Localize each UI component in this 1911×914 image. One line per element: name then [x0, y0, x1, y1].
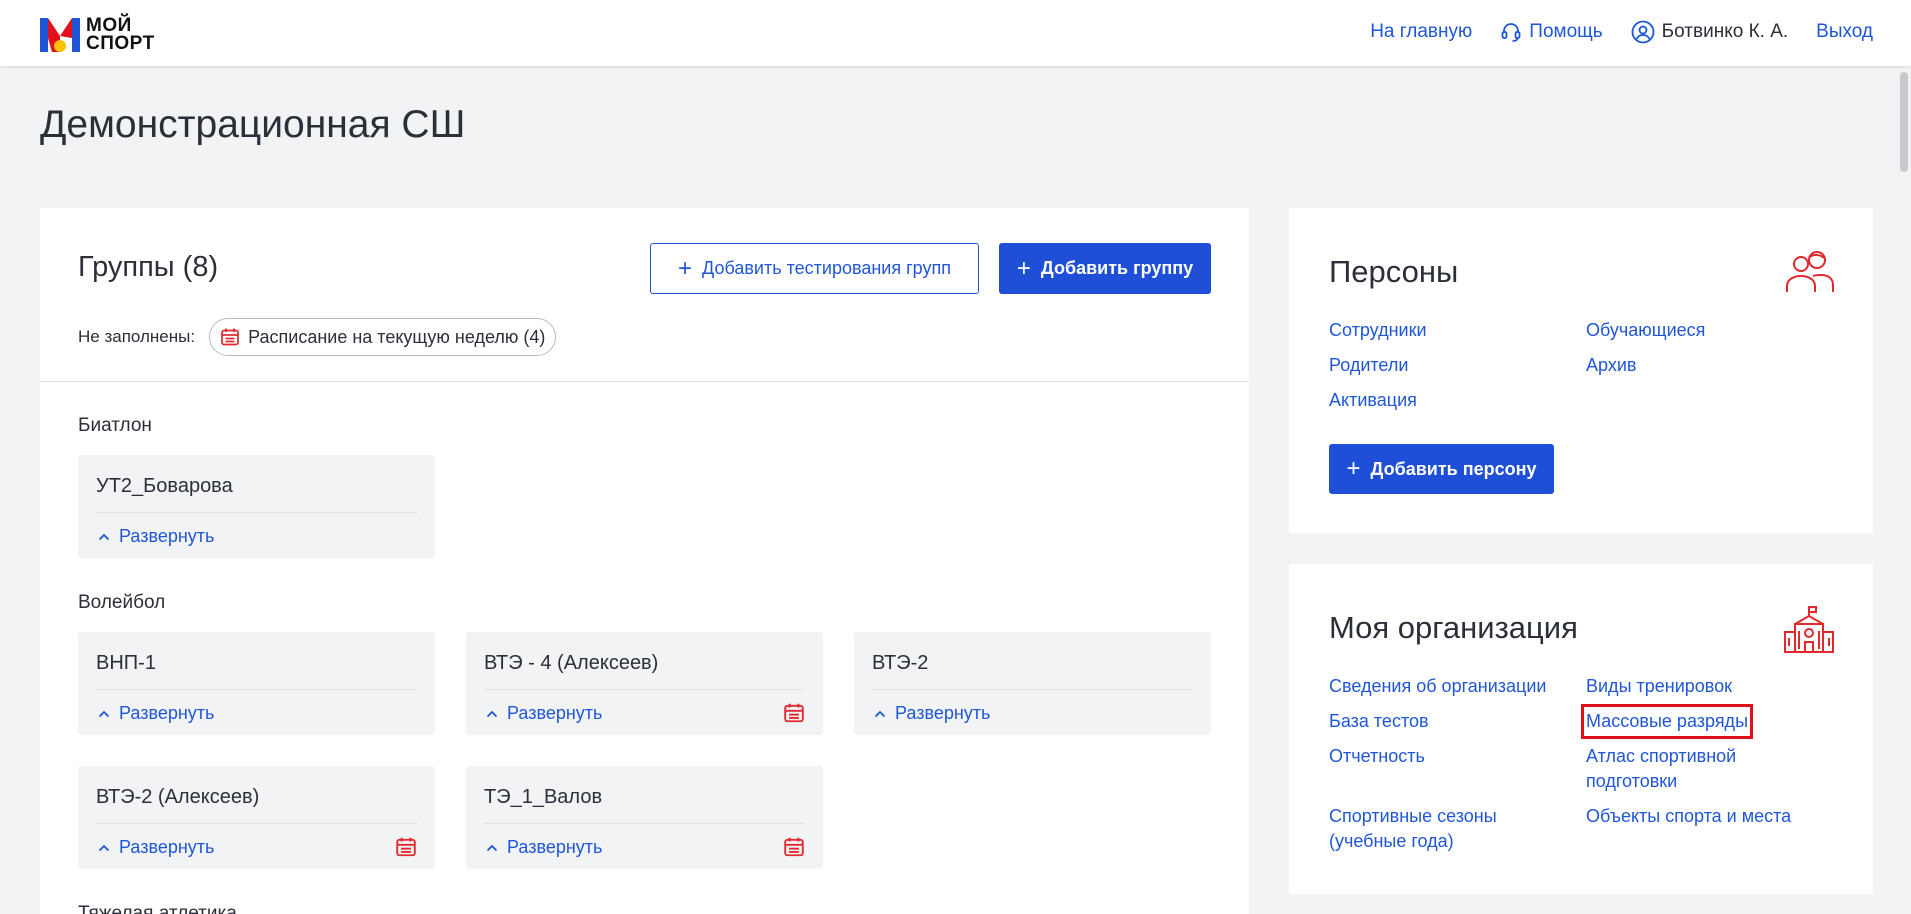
- nav-home-link[interactable]: На главную: [1370, 21, 1472, 43]
- expand-button[interactable]: Развернуть: [486, 703, 602, 724]
- sport-title-volleyball: Волейбол: [78, 592, 166, 613]
- logo-mark-icon: [40, 18, 80, 52]
- building-icon: [1784, 606, 1834, 653]
- link-sports-atlas[interactable]: Атлас спортивной подготовки: [1586, 744, 1786, 794]
- people-icon: [1786, 251, 1834, 292]
- plus-icon: +: [1016, 254, 1031, 282]
- groups-title: Группы (8): [78, 251, 219, 283]
- divider: [484, 823, 805, 824]
- link-tests-base[interactable]: База тестов: [1329, 709, 1429, 734]
- scroll-thumb[interactable]: [1900, 72, 1908, 172]
- group-card[interactable]: ВТЭ-2 (Алексеев) Развернуть: [78, 766, 435, 869]
- link-mass-ranks[interactable]: Массовые разряды: [1581, 704, 1753, 739]
- persons-panel: Персоны Сотрудники Обучающиеся Родители …: [1289, 208, 1873, 533]
- headset-icon: [1501, 23, 1521, 42]
- link-org-info[interactable]: Сведения об организации: [1329, 674, 1546, 699]
- add-group-button[interactable]: + Добавить группу: [999, 243, 1211, 294]
- expand-label: Развернуть: [119, 526, 215, 546]
- plus-icon: +: [1346, 455, 1361, 482]
- user-profile[interactable]: Ботвинко К. А.: [1631, 20, 1788, 44]
- logo-text: МОЙ СПОРТ: [86, 16, 155, 54]
- link-training-types[interactable]: Виды тренировок: [1586, 674, 1732, 699]
- divider: [872, 689, 1193, 690]
- link-staff[interactable]: Сотрудники: [1329, 318, 1427, 343]
- calendar-icon[interactable]: [395, 836, 417, 858]
- persons-title: Персоны: [1329, 254, 1459, 289]
- group-card[interactable]: ВТЭ-2 Развернуть: [854, 632, 1211, 735]
- add-group-tests-button[interactable]: + Добавить тестирования групп: [650, 243, 979, 294]
- groups-panel: Группы (8) + Добавить тестирования групп…: [40, 208, 1249, 914]
- expand-button[interactable]: Развернуть: [98, 837, 214, 858]
- add-group-tests-label: Добавить тестирования групп: [702, 258, 951, 278]
- link-archive[interactable]: Архив: [1586, 353, 1636, 378]
- expand-label: Развернуть: [507, 703, 603, 723]
- expand-label: Развернуть: [895, 703, 991, 723]
- add-person-button[interactable]: + Добавить персону: [1329, 444, 1554, 494]
- nav-help-label: Помощь: [1529, 21, 1603, 42]
- group-card[interactable]: ВНП-1 Развернуть: [78, 632, 435, 735]
- schedule-chip[interactable]: Расписание на текущую неделю (4): [209, 318, 557, 356]
- calendar-icon[interactable]: [783, 836, 805, 858]
- link-sport-facilities[interactable]: Объекты спорта и места: [1586, 804, 1791, 829]
- calendar-icon: [221, 328, 239, 346]
- groups-header: Группы (8) + Добавить тестирования групп…: [40, 208, 1249, 382]
- group-card-name: ВТЭ-2 (Алексеев): [96, 786, 260, 808]
- group-card[interactable]: ВТЭ - 4 (Алексеев) Развернуть: [466, 632, 823, 735]
- chevron-up-icon: [98, 533, 110, 540]
- add-person-label: Добавить персону: [1370, 458, 1537, 479]
- group-card-name: УТ2_Боварова: [96, 475, 233, 497]
- top-header: МОЙ СПОРТ На главную Помощь Ботвинко К. …: [0, 0, 1911, 66]
- calendar-icon[interactable]: [783, 702, 805, 724]
- chevron-up-icon: [98, 844, 110, 851]
- group-card[interactable]: ТЭ_1_Валов Развернуть: [466, 766, 823, 869]
- group-card-name: ВНП-1: [96, 652, 156, 674]
- divider: [96, 512, 417, 513]
- group-card-name: ВТЭ-2: [872, 652, 929, 674]
- nav-logout-label: Выход: [1816, 21, 1873, 42]
- divider: [96, 823, 417, 824]
- expand-label: Развернуть: [119, 837, 215, 857]
- expand-button[interactable]: Развернуть: [98, 703, 214, 724]
- organization-title: Моя организация: [1329, 610, 1578, 645]
- expand-label: Развернуть: [507, 837, 603, 857]
- add-group-label: Добавить группу: [1040, 258, 1194, 278]
- organization-panel: Моя организация Сведения об организации …: [1289, 564, 1873, 894]
- chevron-up-icon: [486, 710, 498, 717]
- chevron-up-icon: [486, 844, 498, 851]
- not-filled-label: Не заполнены:: [78, 327, 196, 346]
- link-activation[interactable]: Активация: [1329, 388, 1417, 413]
- sport-title-weightlifting: Тяжелая атлетика: [78, 903, 237, 914]
- divider: [96, 689, 417, 690]
- expand-button[interactable]: Развернуть: [98, 526, 214, 547]
- link-sport-seasons[interactable]: Спортивные сезоны (учебные года): [1329, 804, 1559, 854]
- page-title: Демонстрационная СШ: [40, 103, 466, 146]
- chevron-up-icon: [98, 710, 110, 717]
- schedule-chip-label: Расписание на текущую неделю (4): [248, 326, 546, 347]
- link-students[interactable]: Обучающиеся: [1586, 318, 1705, 343]
- link-reports[interactable]: Отчетность: [1329, 744, 1425, 769]
- logo-line-2: СПОРТ: [86, 33, 155, 54]
- header-nav: На главную Помощь Ботвинко К. А. Выход: [1342, 20, 1873, 44]
- chevron-up-icon: [874, 710, 886, 717]
- group-card[interactable]: УТ2_Боварова Развернуть: [78, 455, 435, 558]
- expand-label: Развернуть: [119, 703, 215, 723]
- logo[interactable]: МОЙ СПОРТ: [40, 16, 155, 54]
- page-scrollbar[interactable]: [1897, 66, 1911, 914]
- expand-button[interactable]: Развернуть: [486, 837, 602, 858]
- nav-help-link[interactable]: Помощь: [1500, 21, 1603, 43]
- group-card-name: ТЭ_1_Валов: [484, 786, 603, 808]
- not-filled-row: Не заполнены: Расписание на текущую неде…: [78, 318, 557, 356]
- plus-icon: +: [678, 254, 693, 282]
- nav-home-label: На главную: [1370, 21, 1473, 42]
- nav-logout-link[interactable]: Выход: [1816, 21, 1873, 43]
- sport-title-biathlon: Биатлон: [78, 415, 152, 436]
- expand-button[interactable]: Развернуть: [874, 703, 990, 724]
- group-card-name: ВТЭ - 4 (Алексеев): [484, 652, 659, 674]
- user-name: Ботвинко К. А.: [1661, 21, 1789, 42]
- link-parents[interactable]: Родители: [1329, 353, 1408, 378]
- user-circle-icon: [1631, 20, 1655, 44]
- divider: [484, 689, 805, 690]
